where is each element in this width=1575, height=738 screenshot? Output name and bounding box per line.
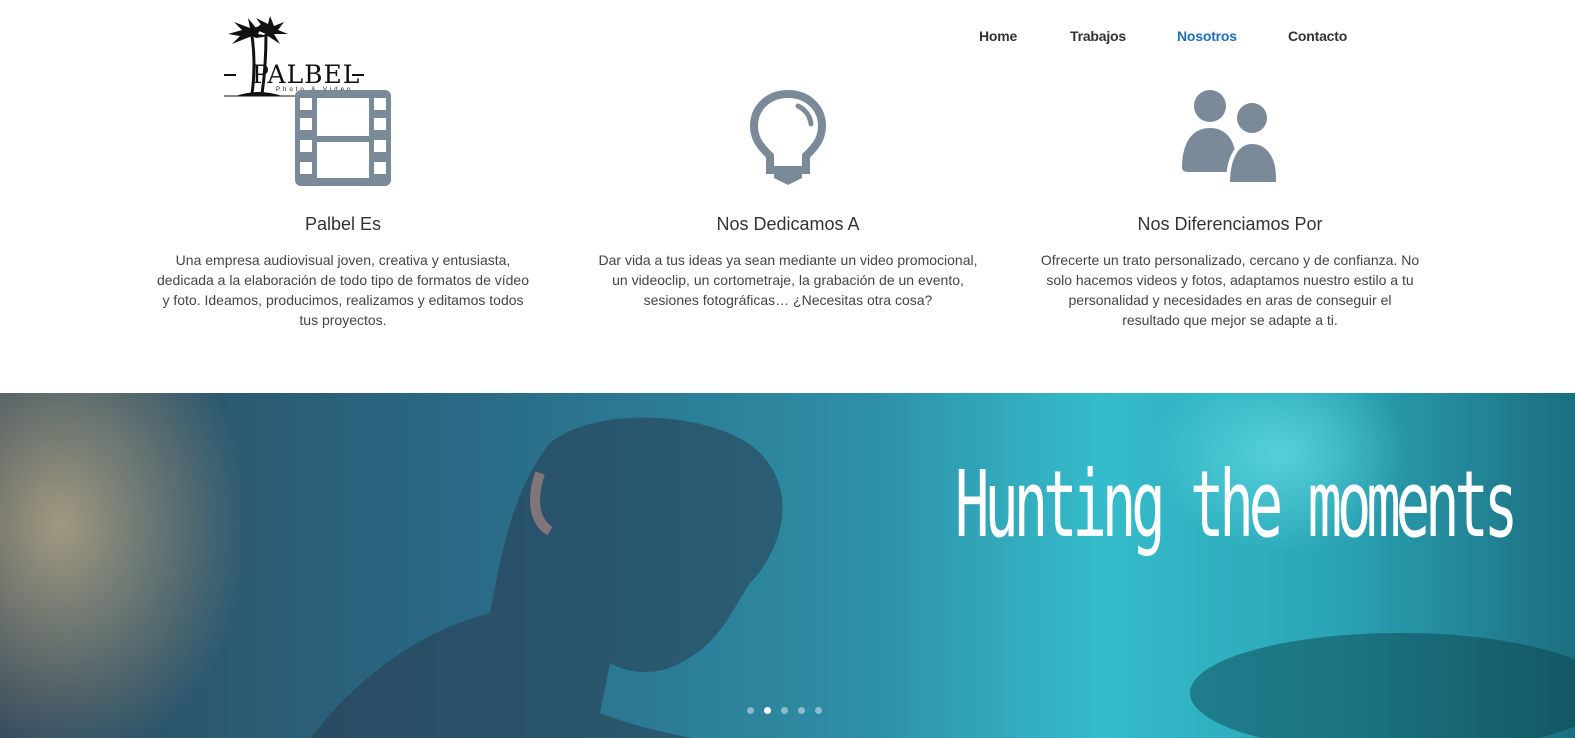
slide-dot-4[interactable] xyxy=(798,707,805,714)
film-strip-icon xyxy=(295,90,391,186)
logo-wordmark: PALBEL xyxy=(252,60,361,89)
nav-trabajos[interactable]: Trabajos xyxy=(1070,28,1126,44)
main-nav: Home Trabajos Nosotros Contacto xyxy=(0,28,1575,48)
feature-title: Palbel Es xyxy=(304,214,382,234)
slide-dot-5[interactable] xyxy=(815,707,822,714)
lightbulb-icon xyxy=(749,89,827,185)
feature-nos-diferenciamos: Nos Diferenciamos Por Ofrecerte un trato… xyxy=(1040,86,1420,328)
slide-dot-3[interactable] xyxy=(781,707,788,714)
feature-title: Nos Dedicamos A xyxy=(716,214,860,234)
feature-text: Una empresa audiovisual joven, creativa … xyxy=(156,252,530,328)
cymbal-decoration xyxy=(1190,633,1575,738)
nav-contacto[interactable]: Contacto xyxy=(1288,28,1347,44)
hero-slider[interactable]: Hunting the moments xyxy=(0,393,1575,738)
warm-light-decoration xyxy=(0,393,240,738)
feature-title: Nos Diferenciamos Por xyxy=(1137,214,1323,234)
nav-home[interactable]: Home xyxy=(979,28,1017,44)
feature-nos-dedicamos: Nos Dedicamos A Dar vida a tus ideas ya … xyxy=(598,86,978,308)
slide-dot-2[interactable] xyxy=(764,707,771,714)
feature-text: Dar vida a tus ideas ya sean mediante un… xyxy=(598,252,978,308)
users-icon xyxy=(1182,90,1280,186)
nav-nosotros[interactable]: Nosotros xyxy=(1177,28,1237,44)
hero-tagline: Hunting the moments xyxy=(955,451,1518,558)
feature-palbel-es: Palbel Es Una empresa audiovisual joven,… xyxy=(153,86,533,328)
feature-text: Ofrecerte un trato personalizado, cercan… xyxy=(1040,252,1420,328)
slide-dot-1[interactable] xyxy=(747,707,754,714)
drummer-silhouette-image xyxy=(310,417,783,738)
